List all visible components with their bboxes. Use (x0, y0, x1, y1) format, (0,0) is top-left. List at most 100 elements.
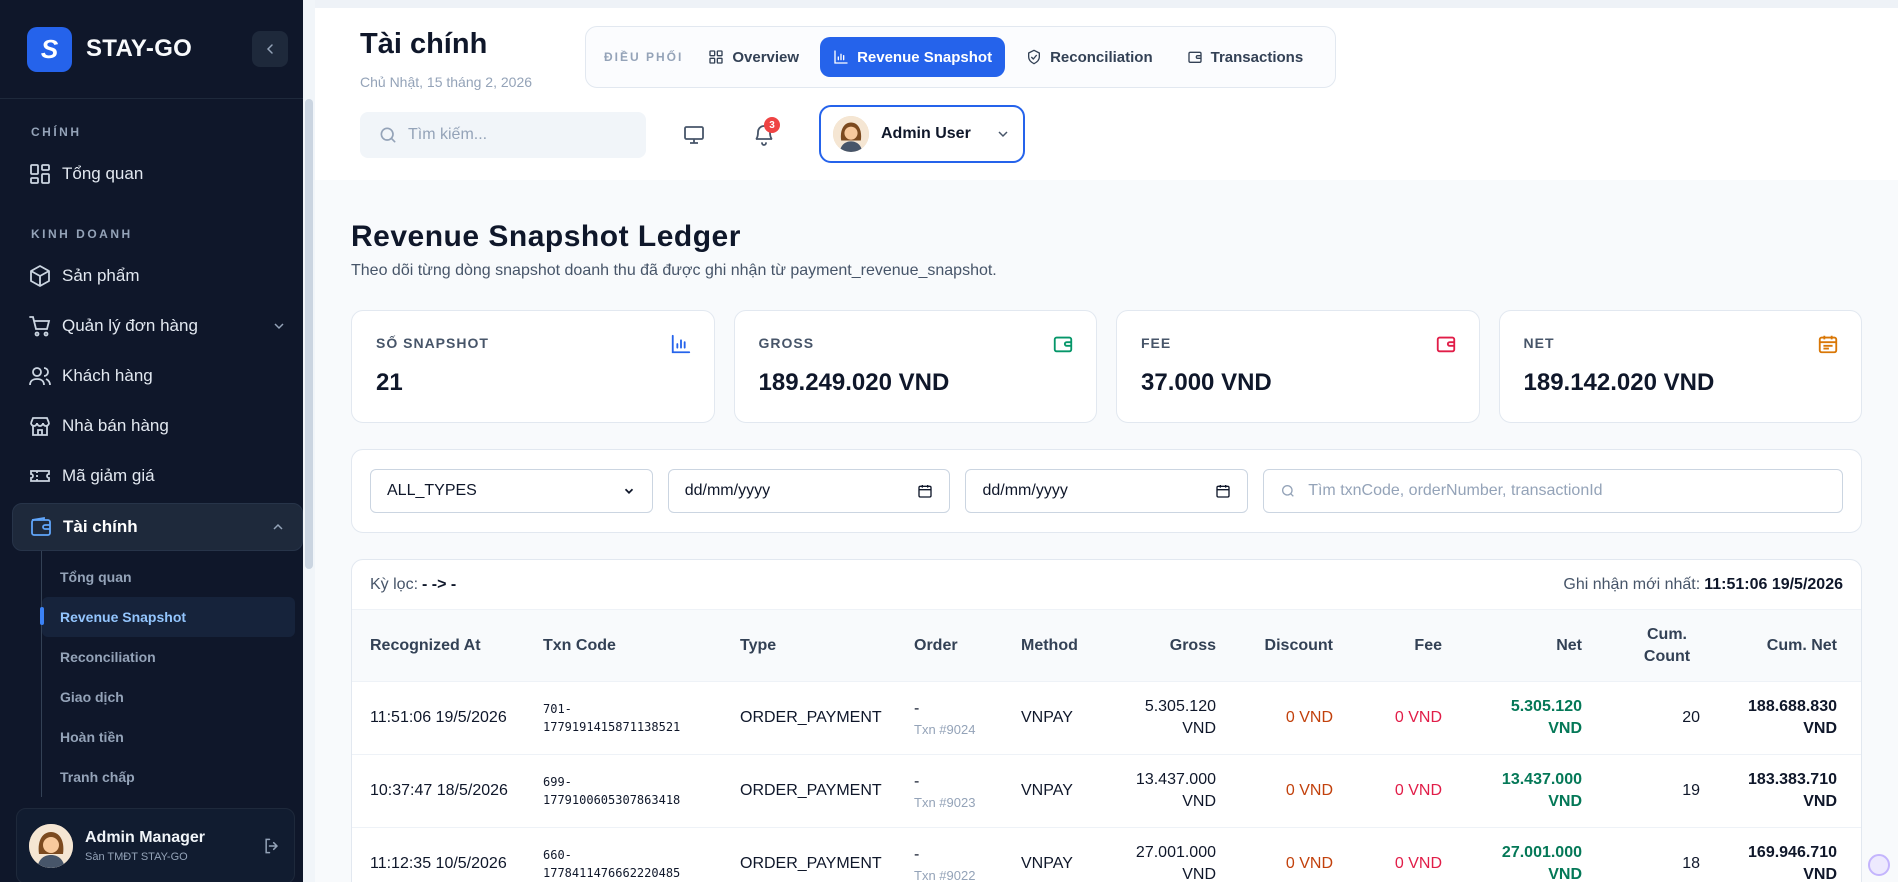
dashboard-icon (30, 164, 50, 184)
chevron-down-icon (274, 323, 284, 330)
cum-net-amount: 183.383.710 (1748, 771, 1837, 788)
ledger-search-input[interactable]: Tìm txnCode, orderNumber, transactionId (1263, 469, 1844, 513)
sidebar-item-tai-chinh[interactable]: Tài chính (12, 503, 303, 551)
tab-label: Reconciliation (1050, 48, 1153, 66)
sidebar-item-khach-hang[interactable]: Khách hàng (0, 353, 315, 399)
card-value: 37.000 VND (1141, 369, 1272, 396)
tab-label: Revenue Snapshot (857, 48, 993, 66)
sidebar: S STAY-GO CHÍNH Tổng quan KINH DOANH Sản… (0, 0, 315, 882)
collapse-sidebar-button[interactable] (252, 31, 288, 67)
tab-label: Transactions (1210, 48, 1304, 66)
type-select-value: ALL_TYPES (387, 482, 477, 499)
cum-net-unit: VND (1803, 793, 1837, 810)
cell-recognized-at: 11:51:06 19/5/2026 (370, 709, 507, 726)
column-header[interactable]: Gross (1111, 637, 1216, 655)
tab-overview[interactable]: Overview (695, 37, 812, 77)
txn-code-prefix: 660- (543, 848, 572, 862)
column-header[interactable]: Fee (1333, 637, 1442, 655)
submenu-item-tong-quan[interactable]: Tổng quan (42, 557, 315, 597)
calendar-icon (1216, 485, 1230, 498)
column-header[interactable]: Txn Code (543, 637, 740, 655)
cum-net-unit: VND (1803, 720, 1837, 737)
cell-order: - Txn #9023 (914, 773, 1021, 810)
column-header[interactable]: Discount (1216, 637, 1333, 655)
card-label: SỐ SNAPSHOT (376, 335, 489, 351)
summary-cards: SỐ SNAPSHOT 21 GROSS 189.249.020 VND FEE… (351, 310, 1862, 423)
submenu-item-giao-dich[interactable]: Giao dịch (42, 677, 315, 717)
tab-transactions[interactable]: Transactions (1174, 37, 1317, 77)
txn-code-prefix: 701- (543, 702, 572, 716)
column-header[interactable]: Order (914, 637, 1021, 655)
submenu-item-reconciliation[interactable]: Reconciliation (42, 637, 315, 677)
order-txn-link[interactable]: Txn #9023 (914, 795, 1021, 810)
notification-count-badge: 3 (764, 117, 780, 133)
submenu-item-revenue-snapshot[interactable]: Revenue Snapshot (40, 597, 295, 637)
cell-order: - Txn #9024 (914, 700, 1021, 737)
tab-reconciliation[interactable]: Reconciliation (1013, 37, 1166, 77)
column-header[interactable]: Method (1021, 637, 1111, 655)
net-unit: VND (1548, 793, 1582, 810)
tab-revenue-snapshot[interactable]: Revenue Snapshot (820, 37, 1006, 77)
column-header[interactable]: Net (1442, 637, 1582, 655)
summary-card-snapshot-count: SỐ SNAPSHOT 21 (351, 310, 715, 423)
cell-recognized-at: 11:12:35 10/5/2026 (370, 855, 507, 872)
users-icon (29, 367, 51, 386)
table-row[interactable]: 10:37:47 18/5/2026 699- 17791006053078634… (352, 755, 1861, 828)
section-label-kinh-doanh: KINH DOANH (31, 227, 133, 241)
gross-amount: 27.001.000 (1135, 844, 1216, 861)
sidebar-item-nha-ban-hang[interactable]: Nhà bán hàng (0, 403, 315, 449)
type-select[interactable]: ALL_TYPES (370, 469, 653, 513)
net-unit: VND (1548, 866, 1582, 882)
page-subtitle: Theo dõi từng dòng snapshot doanh thu đã… (351, 262, 997, 279)
logout-icon[interactable] (262, 836, 282, 856)
sidebar-item-ma-giam-gia[interactable]: Mã giảm giá (0, 453, 315, 499)
table-row[interactable]: 11:12:35 10/5/2026 660- 17784114766622204… (352, 828, 1861, 882)
date-from-input[interactable]: dd/mm/yyyy (667, 469, 951, 513)
net-unit: VND (1548, 720, 1582, 737)
cell-method: VNPAY (1021, 782, 1073, 799)
sidebar-item-quan-ly-don-hang[interactable]: Quản lý đơn hàng (0, 303, 315, 349)
avatar-illustration-icon (29, 824, 73, 868)
sidebar-item-label: Quản lý đơn hàng (62, 316, 198, 335)
avatar-illustration-icon (833, 116, 869, 152)
sidebar-item-label: Sản phẩm (62, 266, 140, 285)
sidebar-item-tong-quan[interactable]: Tổng quan (0, 151, 315, 197)
date-to-value: dd/mm/yyyy (982, 482, 1068, 499)
tab-label: Overview (732, 48, 800, 66)
nav-group-label: ĐIỀU PHỐI (604, 50, 684, 64)
cell-cum-net: 188.688.830 VND (1700, 696, 1837, 740)
order-number: - (914, 845, 920, 863)
wallet-icon (1053, 336, 1073, 353)
brand-logo[interactable]: S (27, 26, 72, 72)
card-label: GROSS (758, 335, 815, 351)
sidebar-item-san-pham[interactable]: Sản phẩm (0, 253, 315, 299)
notifications-button[interactable]: 3 (744, 115, 784, 155)
submenu-item-tranh-chap[interactable]: Tranh chấp (42, 757, 315, 797)
sidebar-scrollbar[interactable] (305, 99, 313, 569)
monitor-button[interactable] (674, 115, 714, 155)
order-txn-link[interactable]: Txn #9022 (914, 868, 1021, 882)
gross-unit: VND (1182, 866, 1216, 882)
cell-discount: 0 VND (1285, 855, 1333, 872)
submenu-item-hoan-tien[interactable]: Hoàn tiền (42, 717, 315, 757)
txn-code-id: 1779100605307863418 (543, 793, 681, 807)
date-from-value: dd/mm/yyyy (684, 482, 771, 499)
table-row[interactable]: 11:51:06 19/5/2026 701- 17791914158711385… (352, 682, 1861, 755)
cell-discount: 0 VND (1285, 709, 1333, 726)
ledger-table: Kỳ lọc: - -> - Ghi nhận mới nhất: 11:51:… (351, 559, 1862, 882)
column-header[interactable]: Cum. Count (1582, 624, 1700, 668)
topbar: Tài chính Chủ Nhật, 15 tháng 2, 2026 ĐIỀ… (315, 0, 1898, 180)
column-header[interactable]: Type (740, 637, 914, 655)
date-to-input[interactable]: dd/mm/yyyy (965, 469, 1249, 513)
order-txn-link[interactable]: Txn #9024 (914, 722, 1021, 737)
column-header[interactable]: Cum. Net (1700, 637, 1837, 655)
sidebar-user-card[interactable]: Admin Manager Sàn TMĐT STAY-GO (16, 808, 295, 882)
footer-user-subtitle: Sàn TMĐT STAY-GO (85, 851, 188, 863)
column-header[interactable]: Recognized At (370, 637, 543, 655)
chat-bubble-icon[interactable] (1868, 854, 1890, 876)
user-menu-button[interactable]: Admin User (819, 105, 1025, 163)
global-search-input[interactable] (408, 126, 628, 144)
ticket-icon (30, 470, 50, 482)
cell-fee: 0 VND (1394, 709, 1442, 726)
range-label: Kỳ lọc: (370, 575, 419, 593)
